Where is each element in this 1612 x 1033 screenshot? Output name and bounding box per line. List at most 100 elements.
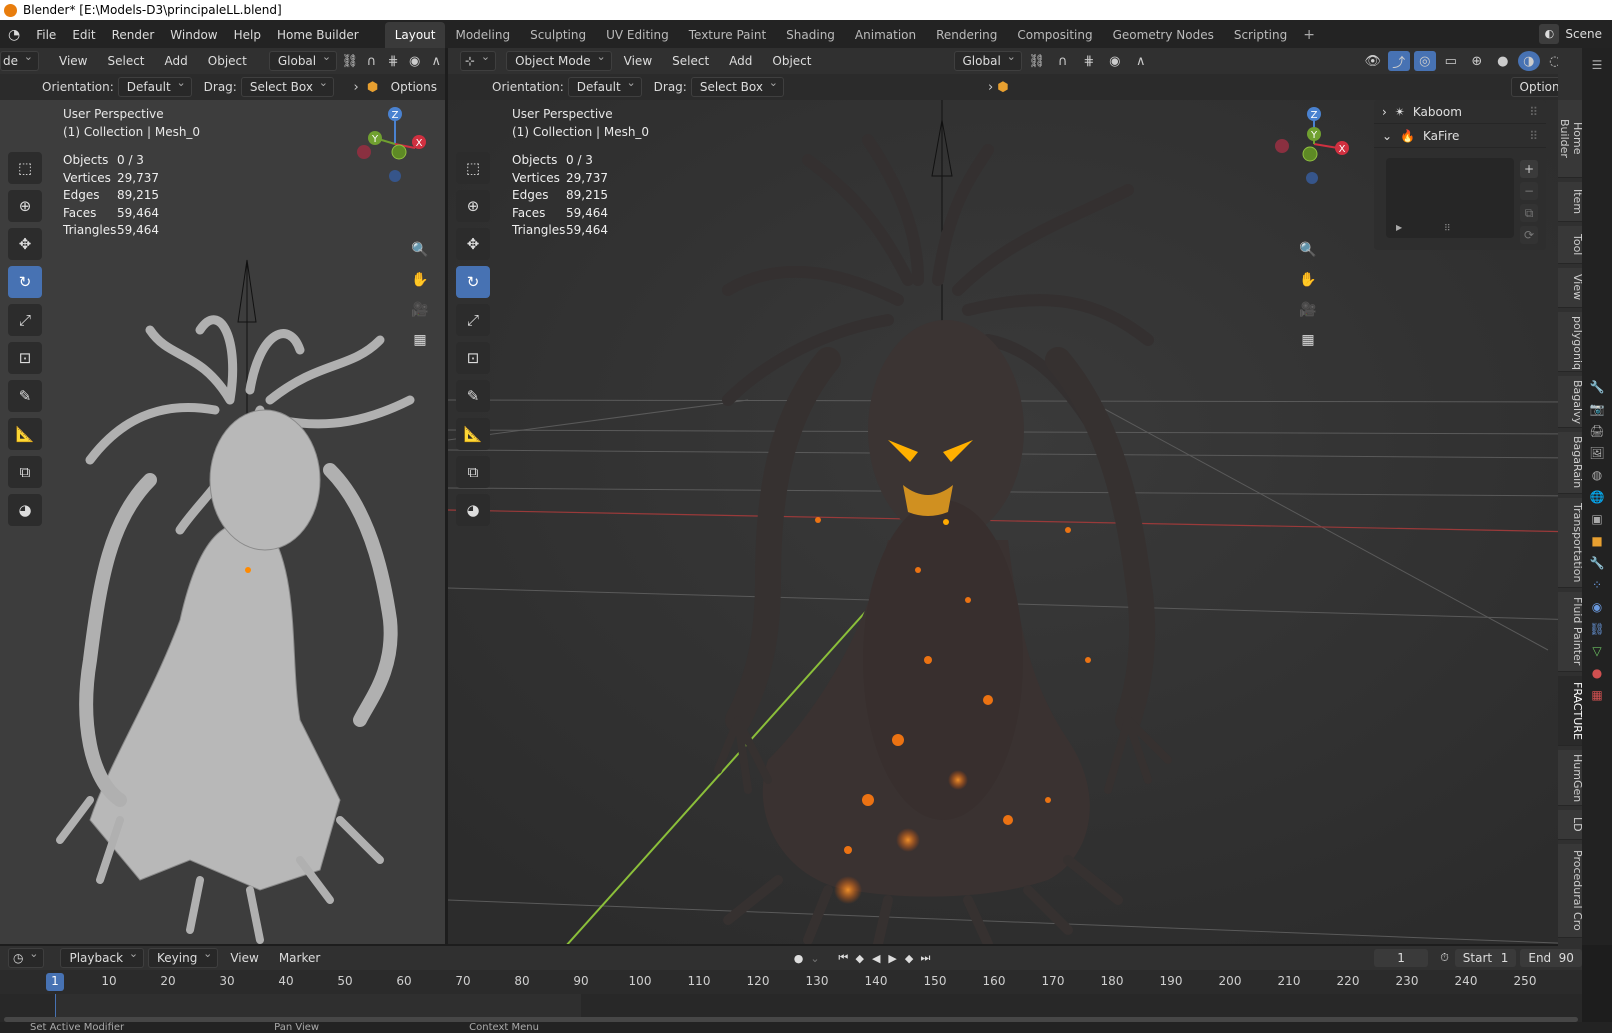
rotate-tool-icon[interactable]: ↻ [456, 266, 490, 298]
remove-item-icon[interactable]: − [1520, 182, 1538, 200]
scale-tool-icon[interactable]: ⤢ [8, 304, 42, 336]
timeline-editor-type[interactable]: ◷ [8, 947, 45, 968]
snap-grid-icon[interactable]: ⋕ [384, 51, 402, 71]
side-tab-ld[interactable]: LD [1558, 810, 1584, 840]
tab-geometry-nodes[interactable]: Geometry Nodes [1103, 22, 1224, 48]
world-props-icon[interactable]: 🌐 [1590, 490, 1605, 504]
extra-tool-icon[interactable]: ◕ [456, 494, 490, 526]
left-menu-view[interactable]: View [51, 52, 95, 70]
side-tab-humgen[interactable]: HumGen [1558, 750, 1584, 806]
timeline-marker-menu[interactable]: Marker [271, 949, 328, 967]
menu-file[interactable]: File [28, 28, 64, 42]
left-orientation-dropdown[interactable]: Default [117, 76, 192, 97]
add-workspace-icon[interactable]: + [1297, 27, 1321, 43]
side-tab-bagarain[interactable]: BagaRain [1558, 432, 1584, 494]
right-navigation-gizmo[interactable]: Z X Y [1274, 104, 1354, 184]
properties-menu-icon[interactable]: ☰ [1592, 58, 1603, 72]
menu-help[interactable]: Help [226, 28, 269, 42]
modifier-props-icon[interactable]: 🔧 [1590, 556, 1605, 570]
visibility-icon[interactable]: 👁 [1362, 51, 1384, 71]
measure-tool-icon[interactable]: 📐 [8, 418, 42, 450]
cursor-tool-icon[interactable]: ⊕ [456, 190, 490, 222]
end-frame-field[interactable]: End 90 [1520, 949, 1582, 967]
side-tab-procedural[interactable]: Procedural Cro [1558, 844, 1584, 938]
menu-window[interactable]: Window [162, 28, 225, 42]
zoom-icon[interactable]: 🔍 [1294, 238, 1322, 262]
extra-tool-icon[interactable]: ◕ [8, 494, 42, 526]
left-options-button[interactable]: Options [383, 78, 445, 96]
falloff-icon[interactable]: ∧ [427, 51, 445, 71]
tab-rendering[interactable]: Rendering [926, 22, 1007, 48]
duplicate-item-icon[interactable]: ⧉ [1520, 204, 1538, 222]
current-frame-field[interactable]: 1 [1373, 949, 1429, 967]
cursor-tool-icon[interactable]: ⊕ [8, 190, 42, 222]
annotate-tool-icon[interactable]: ✎ [8, 380, 42, 412]
record-icon[interactable]: ● [792, 949, 804, 967]
timeline-track-area[interactable] [0, 994, 1582, 1024]
right-proportional-icon[interactable]: ◉ [1104, 51, 1126, 71]
keying-menu[interactable]: Keying [148, 947, 219, 968]
zoom-icon[interactable]: 🔍 [406, 238, 434, 262]
snap-icon[interactable]: ⛓ [341, 51, 359, 71]
right-3d-viewport[interactable]: ⊹ Object Mode View Select Add Object Glo… [448, 48, 1582, 944]
left-mode-dropdown[interactable]: de [0, 50, 39, 71]
gizmo-toggle-icon[interactable]: ⤴ [1387, 51, 1410, 71]
scene-props-icon[interactable]: ◍ [1592, 468, 1602, 482]
playback-menu[interactable]: Playback [60, 947, 145, 968]
tool-props-icon[interactable]: 🔧 [1590, 380, 1605, 394]
wireframe-shading-icon[interactable]: ⊕ [1466, 51, 1488, 71]
side-tab-fracture[interactable]: FRACTURE [1558, 676, 1584, 746]
side-tab-view[interactable]: View [1558, 268, 1584, 308]
select-box-tool-icon[interactable]: ⬚ [8, 152, 42, 184]
pan-hand-icon[interactable]: ✋ [406, 268, 434, 292]
left-3d-viewport[interactable]: de View Select Add Object Global ⛓ ∩ ⋕ ◉… [0, 48, 445, 944]
side-tab-fluid-painter[interactable]: Fluid Painter [1558, 592, 1584, 672]
right-orientation-dropdown[interactable]: Default [567, 76, 642, 97]
side-tab-home-builder[interactable]: Home Builder [1558, 100, 1584, 178]
editor-type-dropdown[interactable]: ⊹ [460, 50, 497, 71]
object-props-icon[interactable]: ■ [1591, 534, 1602, 548]
add-cube-tool-icon[interactable]: ⧉ [8, 456, 42, 488]
scale-tool-icon[interactable]: ⤢ [456, 304, 490, 336]
right-transform-orientation[interactable]: Global [953, 50, 1022, 71]
magnet-icon[interactable]: ∩ [363, 51, 381, 71]
render-props-icon[interactable]: 📷 [1590, 402, 1605, 416]
right-drag-dropdown[interactable]: Select Box [690, 76, 784, 97]
rotate-tool-icon[interactable]: ↻ [8, 266, 42, 298]
blender-menu-icon[interactable]: ◔ [0, 27, 28, 43]
pan-hand-icon[interactable]: ✋ [1294, 268, 1322, 292]
particles-props-icon[interactable]: ⁘ [1592, 578, 1602, 592]
right-snap-icon[interactable]: ⛓ [1026, 51, 1048, 71]
side-tab-transportation[interactable]: Transportation [1558, 498, 1584, 588]
ortho-grid-icon[interactable]: ▦ [1294, 328, 1322, 352]
tab-animation[interactable]: Animation [845, 22, 926, 48]
data-props-icon[interactable]: ▽ [1592, 644, 1601, 658]
left-addon-icon[interactable]: ⬢ [366, 77, 378, 97]
view-layer-props-icon[interactable]: 🖼 [1589, 446, 1604, 460]
kaboom-panel-header[interactable]: › ✴ Kaboom ⠿ [1374, 100, 1546, 124]
move-tool-icon[interactable]: ✥ [8, 228, 42, 260]
left-drag-dropdown[interactable]: Select Box [240, 76, 334, 97]
list-resize-icon[interactable]: ⠿ [1444, 224, 1451, 234]
right-addon-icon[interactable]: ⬢ [997, 77, 1008, 97]
material-props-icon[interactable]: ● [1592, 666, 1602, 680]
annotate-tool-icon[interactable]: ✎ [456, 380, 490, 412]
right-mode-dropdown[interactable]: Object Mode [506, 50, 612, 71]
solid-shading-icon[interactable]: ● [1492, 51, 1514, 71]
right-snap-grid-icon[interactable]: ⋕ [1078, 51, 1100, 71]
left-menu-select[interactable]: Select [99, 52, 152, 70]
prev-keyframe-icon[interactable]: ◆ [854, 949, 866, 967]
collection-props-icon[interactable]: ▣ [1591, 512, 1602, 526]
play-icon[interactable]: ▶ [886, 949, 898, 967]
right-menu-view[interactable]: View [616, 52, 660, 70]
right-falloff-icon[interactable]: ∧ [1130, 51, 1152, 71]
play-reverse-icon[interactable]: ◀ [870, 949, 882, 967]
tab-compositing[interactable]: Compositing [1007, 22, 1102, 48]
timeline-editor[interactable]: ◷ Playback Keying View Marker ● ⌄ ⏮ ◆ ◀ … [0, 946, 1582, 1024]
left-menu-add[interactable]: Add [157, 52, 196, 70]
transform-tool-icon[interactable]: ⊡ [456, 342, 490, 374]
output-props-icon[interactable]: 🖨 [1589, 424, 1604, 438]
left-transform-orientation[interactable]: Global [268, 50, 338, 71]
start-frame-field[interactable]: Start 1 [1454, 949, 1517, 967]
timeline-ruler[interactable]: 1 10 20 30 40 50 60 70 80 90 100 110 120… [0, 970, 1582, 994]
